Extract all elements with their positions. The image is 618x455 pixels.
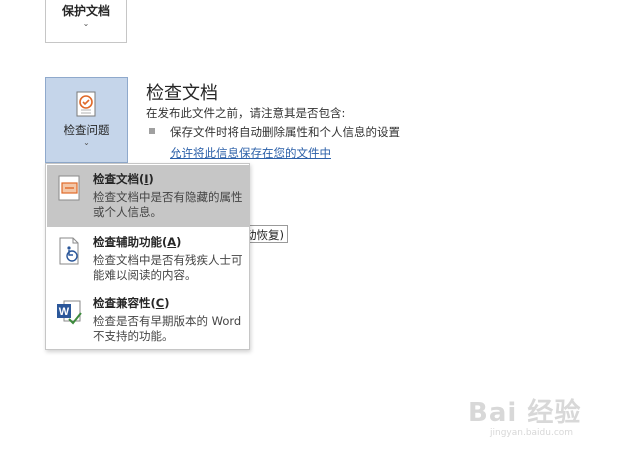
- chevron-down-icon: ⌄: [83, 138, 90, 147]
- menu-item-description: 检查文档中是否有隐藏的属性或个人信息。: [93, 190, 243, 219]
- check-for-issues-button[interactable]: 检查问题 ⌄: [45, 77, 128, 163]
- backstage-info-page: 保护文档 ⌄ 检查问题 ⌄ 检查文档 在发布此文件之前，请注意其是否包含: 保存…: [0, 0, 618, 455]
- inspect-document-icon: [76, 91, 96, 117]
- menu-item-description: 检查文档中是否有残疾人士可能难以阅读的内容。: [93, 253, 243, 282]
- word-compatibility-icon: W: [57, 300, 82, 325]
- manage-document-label: 动恢复): [245, 228, 284, 242]
- protect-document-label: 保护文档: [61, 4, 110, 18]
- section-description: 在发布此文件之前，请注意其是否包含:: [146, 106, 346, 120]
- menu-item-title: 检查辅助功能(A): [93, 235, 182, 249]
- check-for-issues-label: 检查问题: [63, 123, 110, 137]
- watermark-url: jingyan.baidu.com: [490, 428, 574, 438]
- menu-item-title: 检查文档(I): [93, 172, 154, 186]
- baidu-watermark: Bai 经验: [468, 398, 582, 428]
- accessibility-checker-icon: [59, 237, 79, 265]
- protect-document-button[interactable]: 保护文档 ⌄: [45, 0, 127, 43]
- menu-item-check-accessibility[interactable]: 检查辅助功能(A) 检查文档中是否有残疾人士可能难以阅读的内容。: [47, 228, 249, 288]
- menu-item-inspect-document[interactable]: 检查文档(I) 检查文档中是否有隐藏的属性或个人信息。: [47, 165, 249, 227]
- bullet-text: 保存文件时将自动删除属性和个人信息的设置: [170, 125, 400, 139]
- menu-item-description: 检查是否有早期版本的 Word 不支持的功能。: [93, 314, 242, 343]
- section-title: 检查文档: [146, 83, 218, 104]
- bullet-icon: [149, 128, 155, 134]
- allow-save-info-link[interactable]: 允许将此信息保存在您的文件中: [170, 145, 331, 161]
- menu-item-title: 检查兼容性(C): [93, 296, 170, 310]
- chevron-down-icon: ⌄: [82, 19, 90, 28]
- menu-item-check-compatibility[interactable]: W 检查兼容性(C) 检查是否有早期版本的 Word 不支持的功能。: [47, 289, 249, 349]
- inspect-document-icon: [58, 175, 80, 201]
- check-for-issues-menu: 检查文档(I) 检查文档中是否有隐藏的属性或个人信息。 检查辅助功能(A) 检查…: [45, 163, 250, 350]
- svg-text:W: W: [59, 306, 70, 318]
